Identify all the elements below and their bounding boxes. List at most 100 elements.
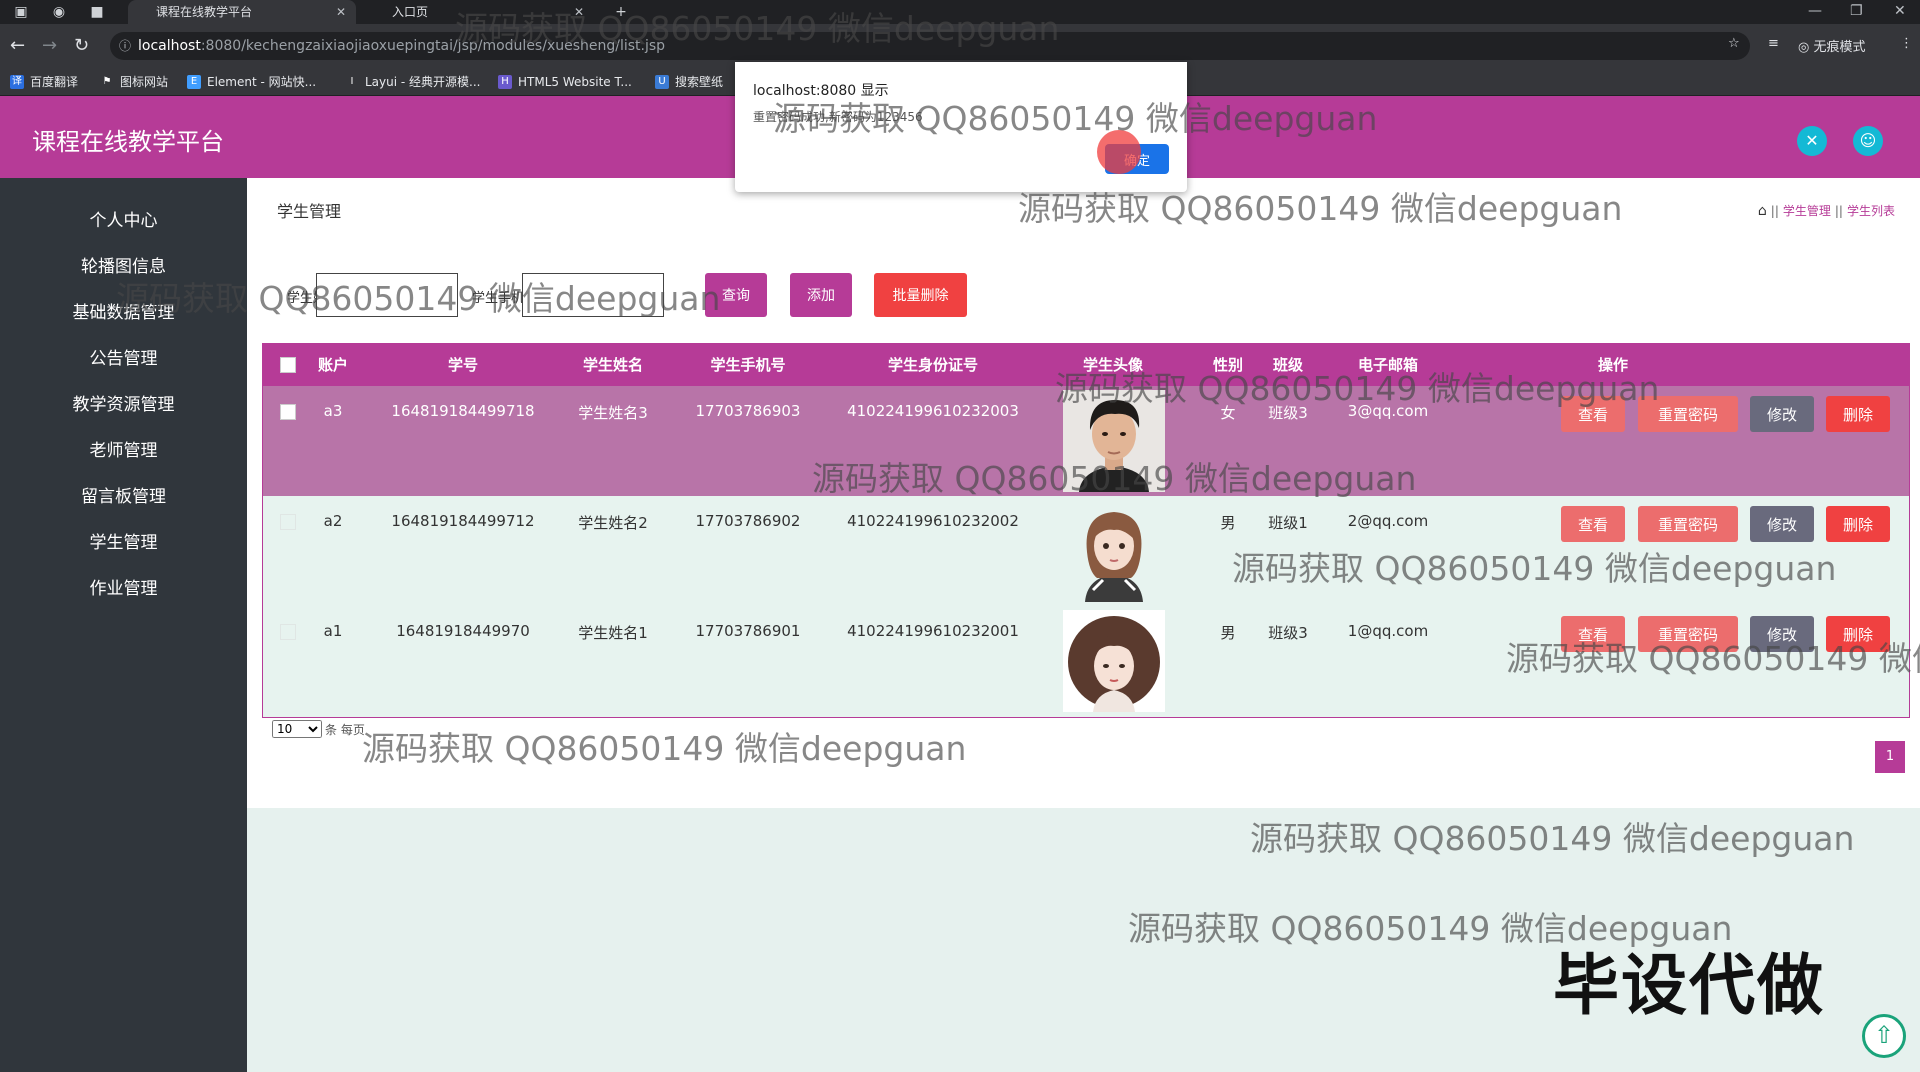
window-close-icon[interactable]: ✕ — [1894, 0, 1906, 22]
male-portrait-icon — [1063, 390, 1165, 492]
bookmark-baidu-translate[interactable]: 译百度翻译 — [10, 72, 78, 92]
star-icon[interactable]: ☆ — [1728, 36, 1740, 51]
student-name-input[interactable] — [316, 273, 458, 317]
view-button[interactable]: 查看 — [1561, 616, 1625, 652]
edit-button[interactable]: 修改 — [1750, 616, 1814, 652]
delete-button[interactable]: 删除 — [1826, 616, 1890, 652]
edit-button[interactable]: 修改 — [1750, 506, 1814, 542]
column-header: 账户 — [317, 356, 348, 374]
url-field[interactable]: ⓘ localhost:8080/kechengzaixiaojiaoxuepi… — [110, 32, 1750, 60]
tab-actions-icon[interactable]: ▣ — [12, 3, 30, 21]
view-button[interactable]: 查看 — [1561, 506, 1625, 542]
new-tab-icon[interactable]: + — [612, 3, 630, 21]
page-title: 学生管理 — [277, 202, 342, 221]
sidebar-item-notices[interactable]: 公告管理 — [0, 340, 247, 378]
html5-icon: H — [498, 75, 512, 89]
bookmark-wallpaper[interactable]: U 搜索壁纸 — [655, 72, 723, 92]
bookmark-icon-site[interactable]: ⚑ 图标网站 — [100, 72, 169, 92]
delete-button[interactable]: 删除 — [1826, 506, 1890, 542]
edit-button[interactable]: 修改 — [1750, 396, 1814, 432]
cell-account: a3 — [323, 402, 343, 420]
page-size-select[interactable]: 10 — [272, 720, 322, 738]
add-button[interactable]: 添加 — [790, 273, 852, 317]
forward-icon[interactable]: → — [42, 34, 57, 58]
content-panel: 学生管理 ⌂ || 学生管理 || 学生列表 学生姓名 学生手机号 查询 添加 批量删除… — [247, 178, 1920, 808]
table-row[interactable]: a1 16481918449970 学生姓名1 17703786901 4102… — [263, 606, 1909, 716]
table-row[interactable]: a3 164819184499718 学生姓名3 17703786903 410… — [263, 386, 1909, 496]
bookmark-label: 图标网站 — [120, 75, 169, 89]
column-header: 学生头像 — [1082, 356, 1143, 374]
cell-number: 164819184499712 — [391, 512, 535, 530]
breadcrumb-item[interactable]: 学生管理 — [1783, 204, 1831, 218]
column-header: 学生手机号 — [710, 356, 786, 374]
cell-name: 学生姓名1 — [578, 624, 648, 642]
sidebar: 个人中心 轮播图信息 基础数据管理 公告管理 教学资源管理 老师管理 留言板管理… — [0, 178, 247, 1072]
student-phone-input[interactable] — [522, 273, 664, 317]
student-avatar — [1063, 390, 1165, 492]
breadcrumb: ⌂ || 学生管理 || 学生列表 — [1758, 202, 1895, 219]
reset-password-button[interactable]: 重置密码 — [1638, 616, 1738, 652]
close-icon[interactable]: ✕ — [574, 0, 584, 24]
cell-name: 学生姓名2 — [578, 514, 648, 532]
profile-chip[interactable]: ◎ 无痕模式 — [1798, 36, 1866, 55]
cell-email: 3@qq.com — [1347, 402, 1429, 420]
sidebar-item-base-data[interactable]: 基础数据管理 — [0, 294, 247, 332]
sidebar-item-homework[interactable]: 作业管理 — [0, 570, 247, 608]
restore-icon[interactable]: ❐ — [1850, 0, 1863, 22]
dialog-title: localhost:8080 显示 — [753, 83, 889, 99]
select-all-checkbox[interactable] — [280, 357, 296, 373]
row-checkbox[interactable] — [280, 404, 296, 420]
column-header: 学生身份证号 — [887, 356, 978, 374]
row-checkbox[interactable] — [280, 514, 296, 530]
sidebar-item-carousel[interactable]: 轮播图信息 — [0, 248, 247, 286]
page-number-button[interactable]: 1 — [1875, 741, 1905, 773]
batch-delete-button[interactable]: 批量删除 — [874, 273, 967, 317]
tab-entry-page[interactable]: 入口页 ✕ — [364, 0, 594, 24]
cell-account: a1 — [323, 622, 343, 640]
back-icon[interactable]: ← — [10, 34, 25, 58]
sidebar-item-students[interactable]: 学生管理 — [0, 524, 247, 562]
cell-name: 学生姓名3 — [578, 404, 648, 422]
delete-button[interactable]: 删除 — [1826, 396, 1890, 432]
promo-stamp: 毕设代做 — [1553, 947, 1825, 1024]
menu-icon[interactable]: ⋮ — [1900, 36, 1913, 51]
home-icon[interactable]: ⌂ — [1758, 203, 1767, 219]
sidebar-item-teachers[interactable]: 老师管理 — [0, 432, 247, 470]
view-button[interactable]: 查看 — [1561, 396, 1625, 432]
cell-class: 班级1 — [1268, 514, 1308, 532]
page-size-label: 条 每页 — [325, 723, 365, 737]
flag-icon: ⚑ — [102, 76, 112, 87]
tab-course-platform[interactable]: 课程在线教学平台 ✕ — [128, 0, 356, 24]
bookmark-element[interactable]: E Element - 网站快... — [187, 72, 316, 92]
cell-number: 164819184499718 — [391, 402, 535, 420]
user-icon[interactable]: ☺ — [1853, 126, 1883, 156]
table-row[interactable]: a2 164819184499712 学生姓名2 17703786902 410… — [263, 496, 1909, 606]
cell-phone: 17703786903 — [695, 402, 801, 420]
sidebar-item-messages[interactable]: 留言板管理 — [0, 478, 247, 516]
column-header: 学号 — [447, 356, 478, 374]
minimize-icon[interactable]: — — [1808, 0, 1822, 22]
sidebar-item-profile[interactable]: 个人中心 — [0, 202, 247, 240]
cell-class: 班级3 — [1268, 624, 1308, 642]
bookmark-label: Layui - 经典开源模... — [365, 75, 481, 89]
back-to-top-icon[interactable]: ⇧ — [1862, 1014, 1906, 1058]
search-row: 学生姓名 学生手机号 查询 添加 批量删除 — [287, 273, 1287, 317]
student-avatar — [1063, 610, 1165, 712]
row-checkbox[interactable] — [280, 624, 296, 640]
close-icon[interactable]: ✕ — [336, 0, 346, 24]
query-button[interactable]: 查询 — [705, 273, 767, 317]
alert-dialog: localhost:8080 显示 重置密码成功,新密码为123456 确定 — [735, 62, 1187, 192]
students-table: 账户 学号 学生姓名 学生手机号 学生身份证号 学生头像 性别 班级 电子邮箱 … — [262, 343, 1910, 718]
reset-password-button[interactable]: 重置密码 — [1638, 506, 1738, 542]
reset-password-button[interactable]: 重置密码 — [1638, 396, 1738, 432]
site-info-icon[interactable]: ⓘ — [119, 32, 131, 60]
bookmark-html5[interactable]: H HTML5 Website T... — [498, 72, 632, 92]
cell-idcard: 410224199610232002 — [847, 512, 1019, 530]
window-icon: ■ — [90, 4, 104, 20]
reading-list-icon[interactable]: ≡ — [1768, 36, 1779, 51]
bookmark-layui[interactable]: Ⅰ Layui - 经典开源模... — [345, 72, 481, 92]
cell-idcard: 410224199610232003 — [847, 402, 1019, 420]
fullscreen-icon[interactable]: ✕ — [1797, 126, 1827, 156]
reload-icon[interactable]: ↻ — [74, 34, 89, 58]
sidebar-item-resources[interactable]: 教学资源管理 — [0, 386, 247, 424]
